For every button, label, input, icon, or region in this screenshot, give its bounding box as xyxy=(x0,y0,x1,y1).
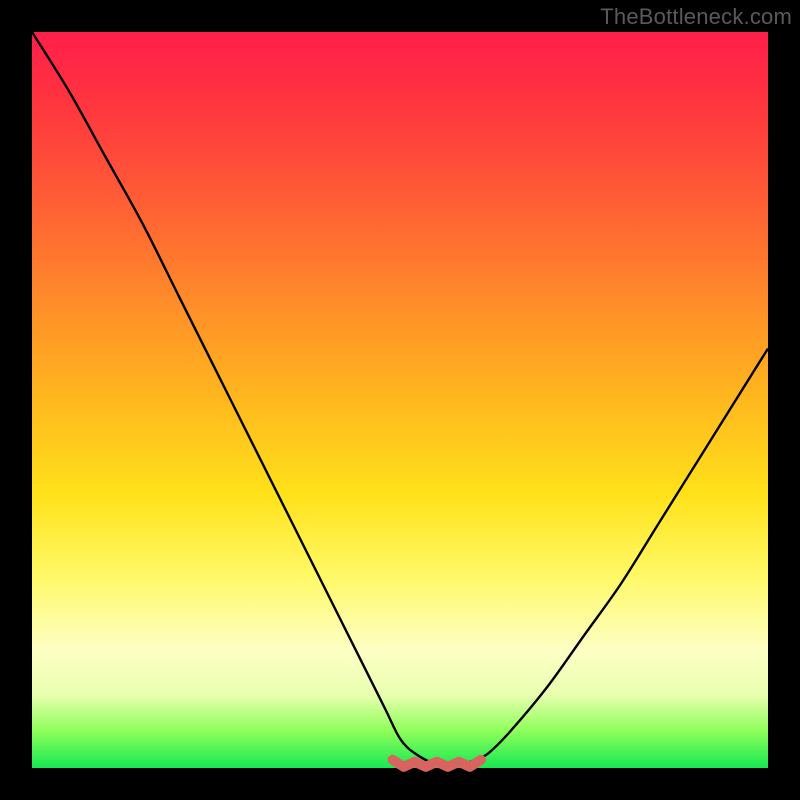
plot-area xyxy=(32,32,768,768)
curve-layer xyxy=(32,32,768,768)
bottleneck-curve xyxy=(32,32,768,765)
chart-frame: TheBottleneck.com xyxy=(0,0,800,800)
watermark-text: TheBottleneck.com xyxy=(600,4,792,30)
optimal-marker-strip xyxy=(393,760,481,767)
